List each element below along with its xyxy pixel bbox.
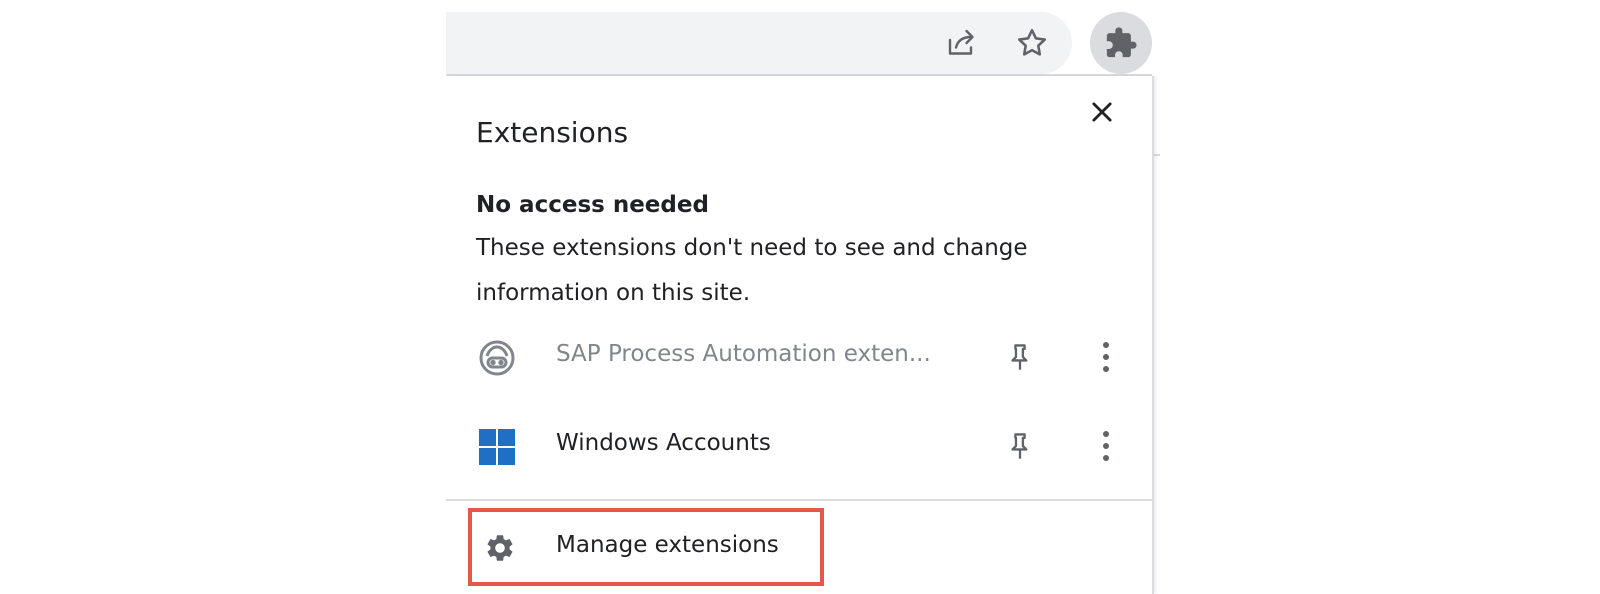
pin-icon [1011,433,1028,459]
sap-bot-icon [478,339,516,377]
section-description: These extensions don't need to see and c… [476,235,1028,306]
section-heading: No access needed [476,192,709,218]
background-page-line [1154,154,1160,156]
extension-name: Windows Accounts [556,430,771,456]
share-icon [948,29,974,55]
pin-button[interactable] [998,335,1042,379]
manage-extensions-label: Manage extensions [556,532,779,558]
star-icon [1017,28,1047,56]
close-icon [1092,102,1112,122]
share-button[interactable] [940,21,984,65]
extension-name: SAP Process Automation exten... [556,341,931,367]
manage-extensions-button[interactable]: Manage extensions [468,508,824,586]
pin-button[interactable] [998,424,1042,468]
more-options-button[interactable] [1084,335,1128,379]
bookmark-star-button[interactable] [1010,21,1054,65]
windows-logo-icon [478,428,516,466]
more-options-button[interactable] [1084,424,1128,468]
pin-icon [1011,344,1028,370]
more-vert-icon [1103,431,1109,461]
more-vert-icon [1103,342,1109,372]
popup-divider [446,499,1152,501]
puzzle-piece-icon [1106,27,1137,58]
popup-title: Extensions [476,116,629,149]
close-button[interactable] [1078,88,1126,136]
browser-window: Extensions No access needed These extens… [0,0,1600,594]
extensions-button[interactable] [1090,12,1152,74]
extension-row-windows-accounts[interactable]: Windows Accounts [446,408,1152,488]
extension-row-sap[interactable]: SAP Process Automation exten... [446,319,1152,399]
extensions-popup: Extensions No access needed These extens… [446,76,1154,594]
gear-icon [482,530,518,566]
